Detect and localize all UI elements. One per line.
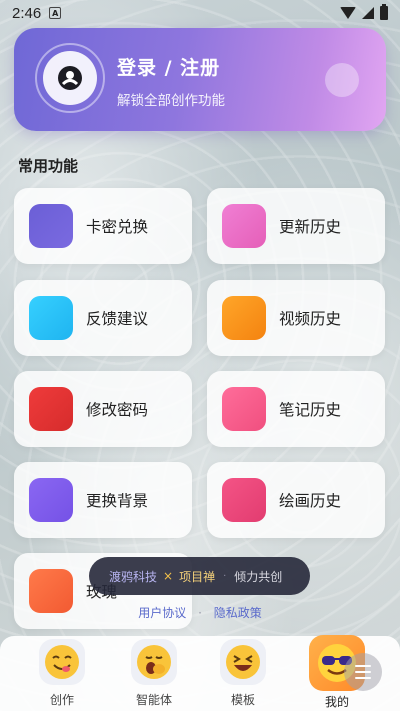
avatar[interactable] (35, 43, 105, 113)
video-history-icon (222, 296, 266, 340)
nav-label: 模板 (230, 693, 255, 707)
feature-label: 修改密码 (86, 401, 149, 419)
status-bar: 2:46 A (0, 0, 400, 26)
redeem-icon (29, 204, 73, 248)
change-password-icon (29, 387, 73, 431)
feature-card-update-history[interactable]: 更新历史 (207, 188, 385, 264)
nav-label: 我的 (324, 695, 349, 709)
signal-icon (362, 7, 374, 19)
login-title[interactable]: 登录 / 注册 (117, 53, 220, 80)
toast-brand2: 项目禅 (179, 569, 216, 584)
feature-card-note-history[interactable]: 笔记历史 (207, 371, 385, 447)
battery-icon (380, 4, 388, 20)
feature-card-video-history[interactable]: 视频历史 (207, 280, 385, 356)
feedback-icon (29, 296, 73, 340)
bottom-nav: 创作 智能体 模板 我的 (0, 635, 400, 711)
feature-card-change-background[interactable]: 更换背景 (14, 462, 192, 538)
link-separator: · (198, 606, 202, 620)
notification-a-icon: A (49, 7, 62, 19)
nav-item-create[interactable]: 创作 (22, 636, 102, 711)
feature-card-change-password[interactable]: 修改密码 (14, 371, 192, 447)
note-history-icon (222, 387, 266, 431)
menu-line (355, 671, 371, 673)
yawn-face-icon (131, 639, 177, 685)
user-agreement-link[interactable]: 用户协议 (138, 606, 186, 620)
feature-label: 绘画历史 (279, 492, 342, 510)
toast-cross: × (163, 569, 174, 583)
feature-label: 笔记历史 (279, 401, 342, 419)
feature-label: 卡密兑换 (86, 218, 149, 236)
nav-label: 智能体 (135, 693, 172, 707)
toast-separator: · (223, 570, 227, 582)
drawing-history-icon (222, 478, 266, 522)
change-background-icon (29, 478, 73, 522)
login-card[interactable]: 登录 / 注册 解锁全部创作功能 (14, 28, 386, 131)
feature-label: 更换背景 (86, 492, 149, 510)
nav-item-agent[interactable]: 智能体 (114, 636, 194, 711)
nav-item-template[interactable]: 模板 (203, 636, 283, 711)
status-time: 2:46 (12, 4, 42, 22)
nav-label: 创作 (49, 693, 74, 707)
feature-label: 更新历史 (279, 218, 342, 236)
toast-brand: 渡鸦科技 (109, 569, 158, 584)
toast-tag: 倾力共创 (234, 569, 283, 584)
section-title: 常用功能 (18, 157, 79, 175)
feature-card-feedback[interactable]: 反馈建议 (14, 280, 192, 356)
laughing-face-icon (220, 639, 266, 685)
decorative-bubble (325, 63, 359, 97)
menu-button[interactable] (344, 653, 382, 691)
feature-card-drawing-history[interactable]: 绘画历史 (207, 462, 385, 538)
feature-label: 反馈建议 (86, 310, 149, 328)
login-subtitle: 解锁全部创作功能 (117, 93, 225, 109)
menu-line (355, 665, 371, 667)
yum-face-icon (39, 639, 85, 685)
feature-card-redeem[interactable]: 卡密兑换 (14, 188, 192, 264)
menu-line (355, 677, 371, 679)
footer-links: 用户协议 · 隐私政策 (0, 604, 400, 621)
update-history-icon (222, 204, 266, 248)
credits-toast: 渡鸦科技 × 项目禅 · 倾力共创 (89, 557, 310, 595)
user-icon (43, 51, 97, 105)
privacy-policy-link[interactable]: 隐私政策 (214, 606, 262, 620)
wifi-icon (340, 7, 356, 19)
status-icons (340, 4, 388, 20)
feature-label: 视频历史 (279, 310, 342, 328)
